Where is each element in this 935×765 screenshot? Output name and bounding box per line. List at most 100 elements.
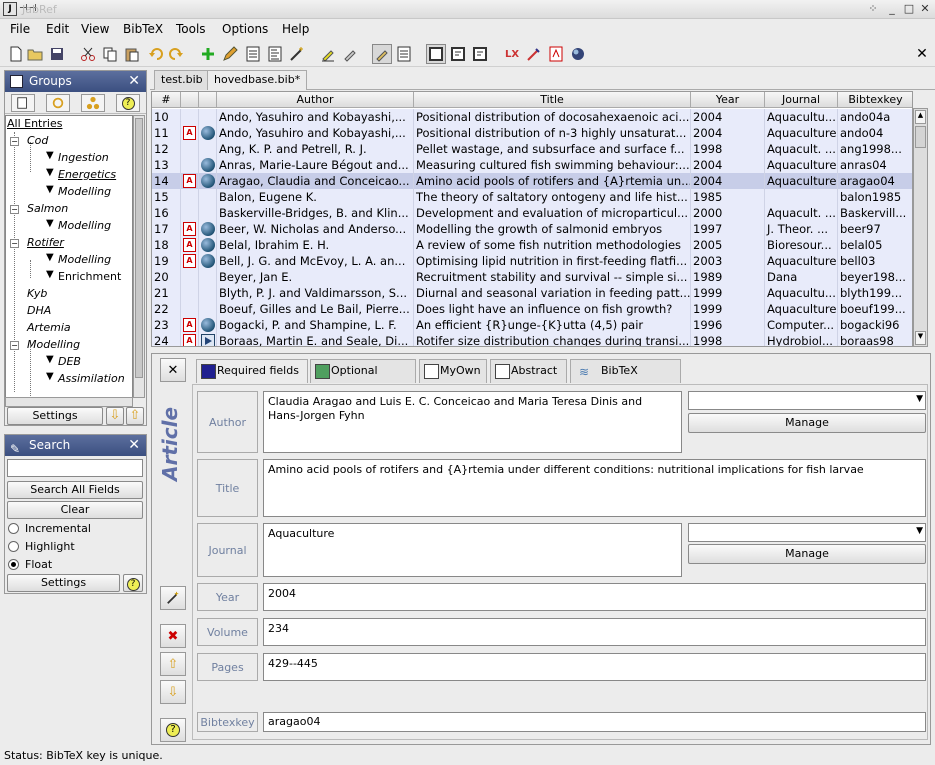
- table-row[interactable]: 21 Blyth, P. J. and Valdimarsson, S... Diu…: [152, 285, 912, 301]
- globe-icon[interactable]: [201, 238, 215, 252]
- refresh-groups-icon[interactable]: [46, 94, 70, 112]
- menu-file[interactable]: File: [10, 22, 30, 36]
- tab-myown[interactable]: MyOwn: [419, 359, 487, 383]
- tab-bibtex-source[interactable]: ≋BibTeX source: [570, 359, 681, 399]
- title-field[interactable]: Amino acid pools of rotifers and {A}rtem…: [263, 459, 926, 517]
- undo-icon[interactable]: [146, 44, 166, 64]
- new-group-icon[interactable]: [11, 94, 35, 112]
- table-row[interactable]: 20 Beyer, Jan E. Recruitment stability and…: [152, 269, 912, 285]
- move-up-arrow-icon[interactable]: ⇧: [126, 407, 144, 425]
- group-ingestion[interactable]: Ingestion: [58, 151, 109, 164]
- edit-preamble-icon[interactable]: [243, 44, 263, 64]
- table-row[interactable]: 19 Bell, J. G. and McEvoy, L. A. an... Opt…: [152, 253, 912, 269]
- tab-abstract[interactable]: Abstract: [490, 359, 567, 383]
- column-header-year[interactable]: Year: [691, 92, 765, 108]
- table-row[interactable]: 12 Ang, K. P. and Petrell, R. J. Pellet wa…: [152, 141, 912, 157]
- menu-options[interactable]: Options: [222, 22, 268, 36]
- close-window-icon[interactable]: ✕: [918, 2, 932, 16]
- group-salmon-modelling[interactable]: Modelling: [58, 219, 111, 232]
- menu-view[interactable]: View: [81, 22, 109, 36]
- scroll-down-arrow-icon[interactable]: ▼: [915, 331, 926, 345]
- add-entry-icon[interactable]: [198, 44, 218, 64]
- table-row[interactable]: 17 Beer, W. Nicholas and Anderso... Modell…: [152, 221, 912, 237]
- groups-vertical-scrollbar[interactable]: [133, 115, 145, 398]
- new-database-icon[interactable]: [6, 44, 26, 64]
- menu-bibtex[interactable]: BibTeX: [123, 22, 163, 36]
- column-header-author[interactable]: Author: [217, 92, 414, 108]
- search-settings-button[interactable]: Settings: [7, 574, 120, 592]
- close-editor-icon[interactable]: ✕: [160, 358, 186, 382]
- open-pdf-icon[interactable]: [546, 44, 566, 64]
- group-kyb[interactable]: Kyb: [27, 287, 47, 300]
- globe-icon[interactable]: [201, 158, 215, 172]
- author-select[interactable]: [688, 391, 926, 410]
- table-row[interactable]: 23 Bogacki, P. and Shampine, L. F. An effi…: [152, 317, 912, 333]
- pages-field[interactable]: 429--445: [263, 653, 926, 681]
- magic-wand-icon[interactable]: [287, 44, 307, 64]
- column-header-pdf[interactable]: [181, 92, 199, 108]
- group-energetics[interactable]: Energetics: [58, 168, 116, 181]
- globe-icon[interactable]: [201, 318, 215, 332]
- groups-settings-button[interactable]: Settings: [7, 407, 103, 425]
- close-groups-icon[interactable]: ✕: [128, 71, 140, 92]
- group-cod[interactable]: Cod: [27, 134, 48, 147]
- paste-icon[interactable]: [122, 44, 142, 64]
- volume-field[interactable]: 234: [263, 618, 926, 646]
- autogenerate-key-icon[interactable]: [160, 586, 186, 610]
- editor-help-icon[interactable]: ?: [160, 718, 186, 742]
- edit-entry-icon[interactable]: [220, 44, 240, 64]
- journal-field[interactable]: Aquaculture: [263, 523, 682, 577]
- globe-icon[interactable]: [201, 254, 215, 268]
- column-header-journal[interactable]: Journal: [765, 92, 838, 108]
- group-assimilation[interactable]: Assimilation: [58, 372, 125, 385]
- incremental-radio[interactable]: [8, 523, 19, 534]
- winedt-pen-icon[interactable]: [524, 44, 544, 64]
- search-input[interactable]: [7, 459, 143, 477]
- column-header-bibtexkey[interactable]: Bibtexkey: [838, 92, 912, 108]
- tab-hovedbase-bib[interactable]: hovedbase.bib*: [207, 70, 308, 90]
- group-hierarchy-icon[interactable]: [81, 94, 105, 112]
- edit-strings-icon[interactable]: [265, 44, 285, 64]
- collapse-icon[interactable]: −: [10, 205, 19, 214]
- collapse-icon[interactable]: −: [10, 137, 19, 146]
- pdf-icon[interactable]: A: [183, 254, 196, 268]
- pdf-icon[interactable]: A: [183, 222, 196, 236]
- collapse-icon[interactable]: −: [10, 239, 19, 248]
- group-enrichment[interactable]: Enrichment: [58, 270, 121, 283]
- menu-tools[interactable]: Tools: [176, 22, 206, 36]
- save-icon[interactable]: [47, 44, 67, 64]
- journal-manage-button[interactable]: Manage: [688, 544, 926, 564]
- menu-help[interactable]: Help: [282, 22, 309, 36]
- scroll-up-arrow-icon[interactable]: ▲: [915, 110, 926, 124]
- tab-optional-fields[interactable]: Optional fields: [310, 359, 416, 399]
- group-artemia[interactable]: Artemia: [27, 321, 71, 334]
- column-header-title[interactable]: Title: [414, 92, 691, 108]
- group-salmon[interactable]: Salmon: [27, 202, 68, 215]
- group-cod-modelling[interactable]: Modelling: [58, 185, 111, 198]
- table-vertical-scrollbar[interactable]: ▲ ▼: [913, 108, 928, 347]
- cut-icon[interactable]: [78, 44, 98, 64]
- table-row[interactable]: 18 Belal, Ibrahim E. H. A review of some f…: [152, 237, 912, 253]
- toggle-preview-icon[interactable]: [394, 44, 414, 64]
- year-field[interactable]: 2004: [263, 583, 926, 611]
- tab-required-fields[interactable]: Required fields: [196, 359, 308, 383]
- shade-icon[interactable]: ⁘: [866, 2, 880, 16]
- select-prev-icon[interactable]: [448, 44, 468, 64]
- search-all-fields-button[interactable]: Search All Fields: [7, 481, 143, 499]
- open-folder-icon[interactable]: [25, 44, 45, 64]
- group-all-entries[interactable]: All Entries: [7, 117, 62, 130]
- pdf-icon[interactable]: A: [183, 126, 196, 140]
- table-row[interactable]: 16 Baskerville-Bridges, B. and Klin... Dev…: [152, 205, 912, 221]
- group-modelling[interactable]: Modelling: [27, 338, 80, 351]
- copy-icon[interactable]: [100, 44, 120, 64]
- table-row[interactable]: 11 Ando, Yasuhiro and Kobayashi,... Positi…: [152, 125, 912, 141]
- table-row[interactable]: 22 Boeuf, Gilles and Le Bail, Pierre... Do…: [152, 301, 912, 317]
- pdf-icon[interactable]: A: [183, 334, 196, 346]
- collapse-icon[interactable]: −: [10, 341, 19, 350]
- minimize-icon[interactable]: _: [885, 2, 899, 16]
- table-row[interactable]: 24 Boraas, Martin E. and Seale, Di... Roti…: [152, 333, 912, 346]
- pen-icon[interactable]: [340, 44, 360, 64]
- lyx-icon[interactable]: LX: [502, 44, 522, 64]
- pdf-icon[interactable]: A: [183, 238, 196, 252]
- maximize-icon[interactable]: □: [902, 2, 916, 16]
